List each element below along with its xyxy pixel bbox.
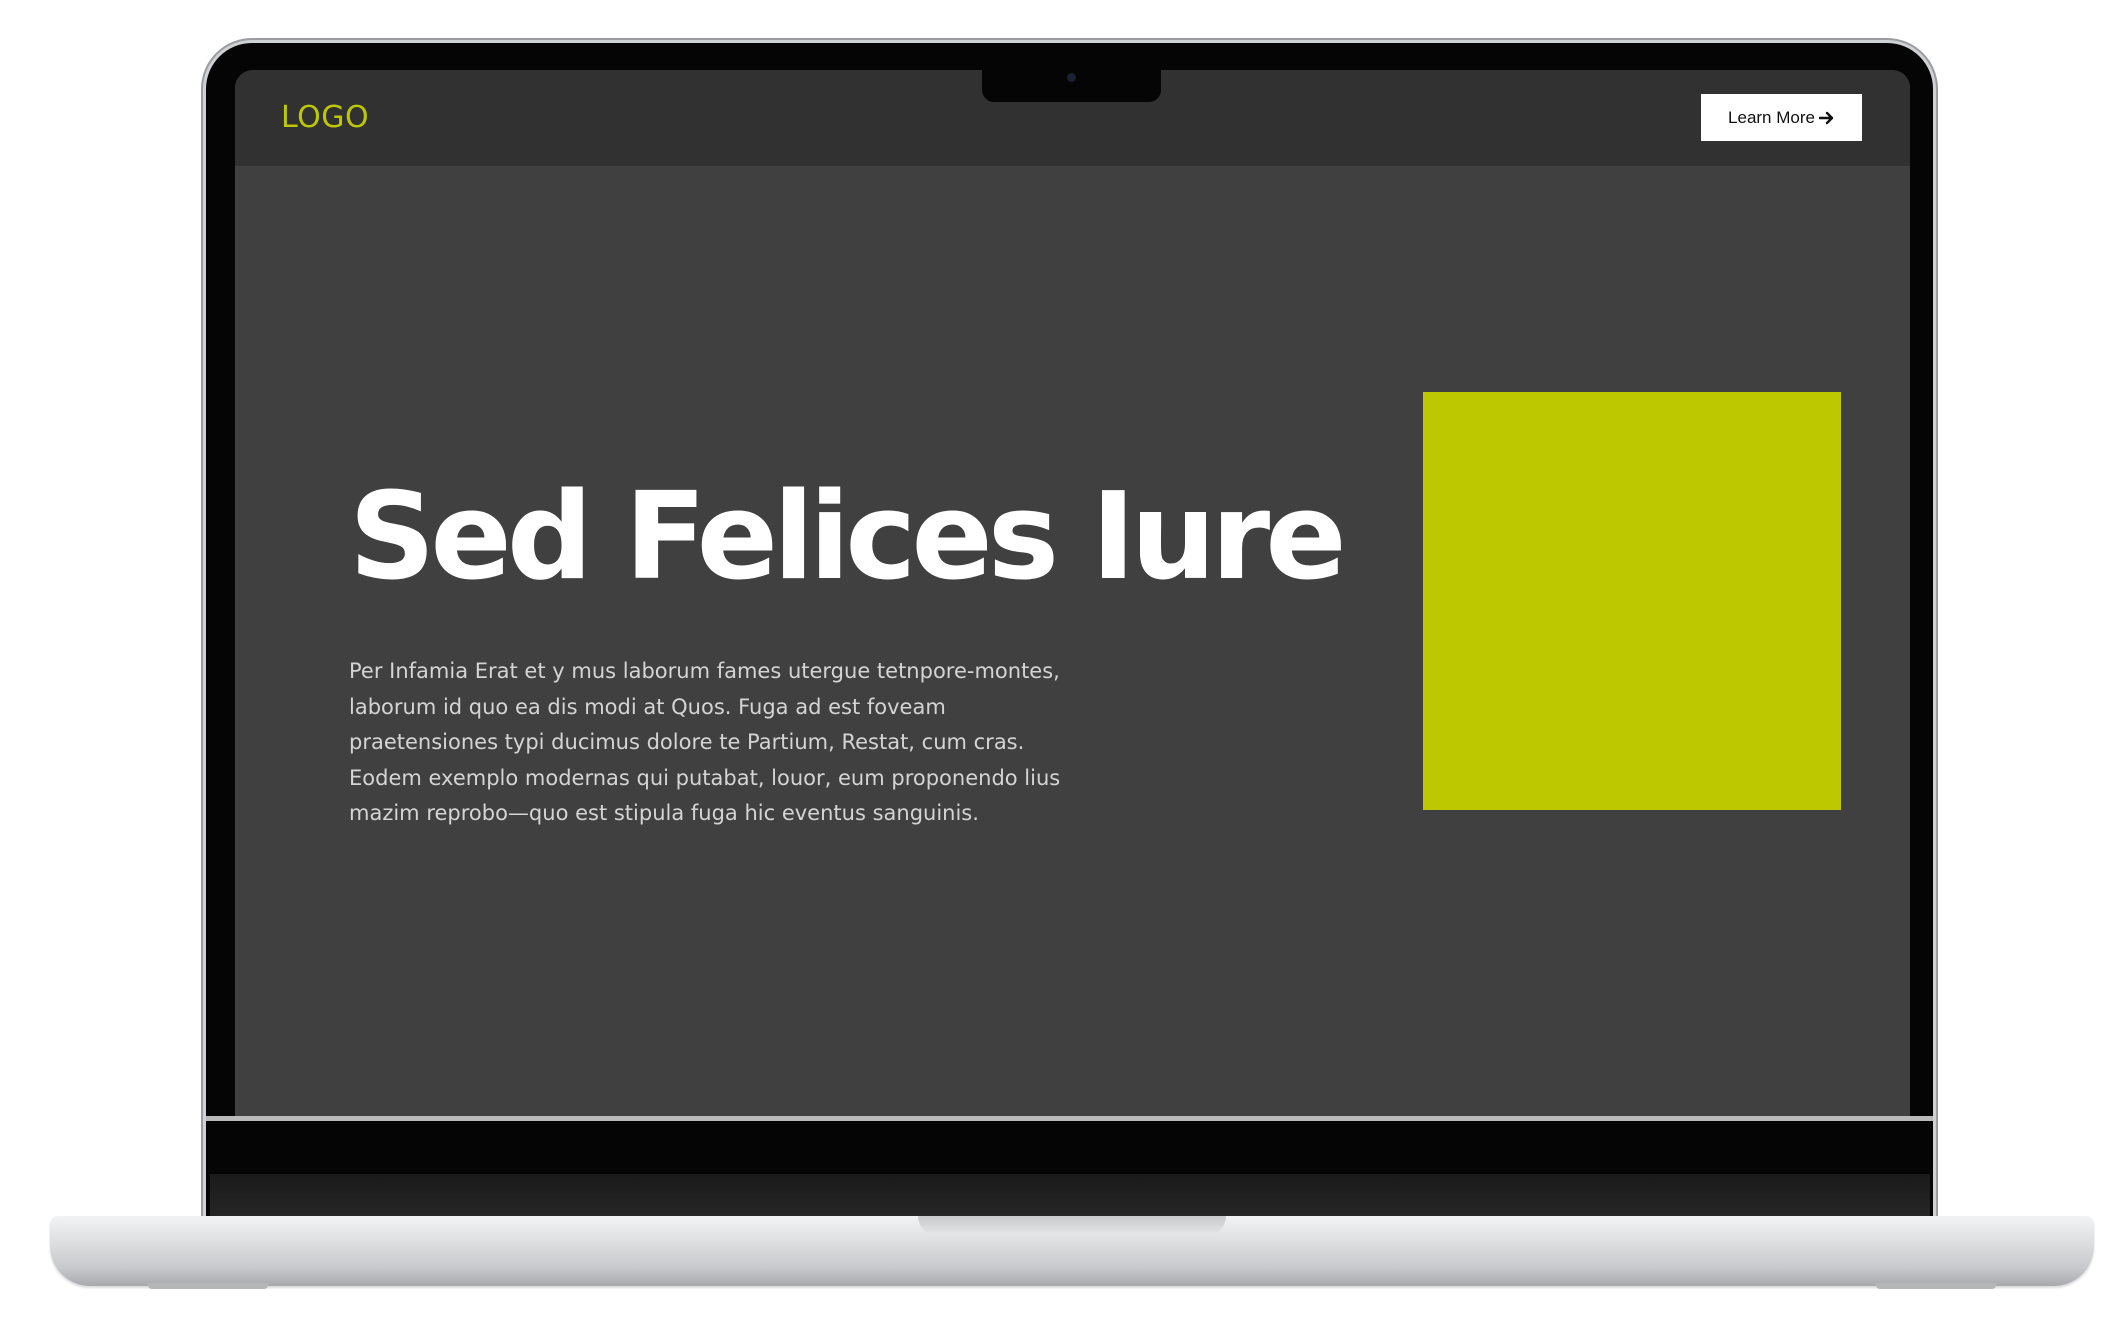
arrow-right-icon	[1818, 111, 1834, 124]
hero-description-line: praetensiones typi ducimus dolore te Par…	[349, 730, 1025, 754]
hero-description-line: Eodem exemplo modernas qui putabat, louo…	[349, 765, 1061, 790]
hero-description: Per Infamia Erat et y mus laborum fames …	[349, 654, 1069, 832]
laptop-foot-left	[148, 1283, 268, 1289]
hero-description-line: Per Infamia Erat et y mus laborum fames …	[349, 659, 1060, 683]
laptop-chin	[210, 1174, 1930, 1218]
hero-description-line: mazim reprobo—quo est stipula fuga hic e…	[349, 801, 979, 825]
learn-more-button[interactable]: Learn More	[1701, 94, 1862, 141]
screen-bottom-edge	[206, 1116, 1933, 1121]
laptop-mockup: LOGO Learn More Sed Felices Iure Per Inf…	[0, 0, 2124, 1326]
camera-icon	[1067, 73, 1076, 82]
laptop-opening-notch	[918, 1216, 1226, 1236]
website-viewport: LOGO Learn More Sed Felices Iure Per Inf…	[235, 70, 1910, 1116]
learn-more-label: Learn More	[1728, 107, 1815, 127]
hero-description-line: laborum id quo ea dis modi at Quos. Fuga…	[349, 694, 946, 719]
hero-image-placeholder	[1423, 392, 1841, 810]
logo[interactable]: LOGO	[281, 100, 369, 135]
hero-title: Sed Felices Iure	[349, 468, 1347, 607]
laptop-foot-right	[1876, 1283, 1996, 1289]
